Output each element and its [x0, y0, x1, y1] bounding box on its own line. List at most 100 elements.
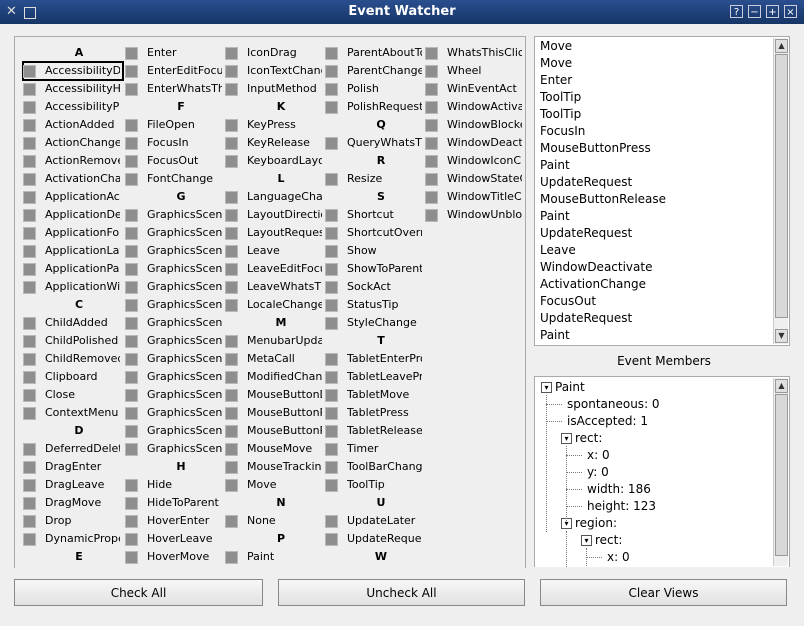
minimize-icon[interactable]: −: [748, 5, 761, 18]
event-checkbox[interactable]: ContextMenu: [23, 404, 123, 422]
checkbox-icon[interactable]: [23, 533, 36, 546]
checkbox-icon[interactable]: [23, 335, 36, 348]
event-checkbox[interactable]: LanguageChan: [225, 188, 325, 206]
event-checkbox[interactable]: TabletEnterPro: [325, 350, 425, 368]
event-checkbox[interactable]: WindowBlocke: [425, 116, 525, 134]
checkbox-icon[interactable]: [325, 443, 338, 456]
checkbox-icon[interactable]: [425, 65, 438, 78]
checkbox-icon[interactable]: [225, 515, 238, 528]
checkbox-icon[interactable]: [125, 263, 138, 276]
checkbox-icon[interactable]: [125, 119, 138, 132]
checkbox-icon[interactable]: [125, 389, 138, 402]
event-checkbox[interactable]: EnterWhatsThis: [125, 80, 225, 98]
tree-node[interactable]: x: 0: [587, 448, 610, 462]
scroll-up-icon[interactable]: ▲: [775, 39, 788, 53]
event-checkbox[interactable]: ActivationChan: [23, 170, 123, 188]
checkbox-icon[interactable]: [225, 119, 238, 132]
checkbox-icon[interactable]: [325, 317, 338, 330]
checkbox-icon[interactable]: [225, 65, 238, 78]
checkbox-icon[interactable]: [125, 83, 138, 96]
clear-views-button[interactable]: Clear Views: [540, 579, 787, 606]
event-checkbox[interactable]: None: [225, 512, 325, 530]
event-checkbox[interactable]: Leave: [225, 242, 325, 260]
event-checkbox[interactable]: LeaveWhatsTh: [225, 278, 325, 296]
event-checkbox[interactable]: GraphicsScene: [125, 278, 225, 296]
checkbox-icon[interactable]: [225, 335, 238, 348]
event-checkbox[interactable]: GraphicsScene: [125, 368, 225, 386]
checkbox-icon[interactable]: [125, 137, 138, 150]
event-checkbox[interactable]: IconDrag: [225, 44, 325, 62]
close-icon[interactable]: ×: [784, 5, 797, 18]
event-checkbox[interactable]: GraphicsScene: [125, 296, 225, 314]
tree-node[interactable]: y: 0: [587, 465, 609, 479]
event-checkbox[interactable]: EnterEditFocus: [125, 62, 225, 80]
event-checkbox[interactable]: KeyboardLayou: [225, 152, 325, 170]
checkbox-icon[interactable]: [125, 425, 138, 438]
event-checkbox[interactable]: WindowStateCh: [425, 170, 525, 188]
event-checkbox[interactable]: DeferredDelete: [23, 440, 123, 458]
event-checkbox[interactable]: GraphicsScene: [125, 350, 225, 368]
checkbox-icon[interactable]: [23, 245, 36, 258]
event-checkbox[interactable]: TabletLeavePro: [325, 368, 425, 386]
event-checkbox[interactable]: HoverEnter: [125, 512, 225, 530]
event-checkbox[interactable]: ChildRemoved: [23, 350, 123, 368]
checkbox-icon[interactable]: [23, 83, 36, 96]
event-checkbox[interactable]: UpdateRequest: [325, 530, 425, 548]
event-log-scrollbar[interactable]: ▲ ▼: [773, 38, 788, 344]
maximize-icon[interactable]: +: [766, 5, 779, 18]
event-checkbox[interactable]: ActionAdded: [23, 116, 123, 134]
event-checkbox[interactable]: ApplicationPal: [23, 260, 123, 278]
event-checkbox[interactable]: Shortcut: [325, 206, 425, 224]
checkbox-icon[interactable]: [225, 425, 238, 438]
event-checkbox[interactable]: StyleChange: [325, 314, 425, 332]
checkbox-icon[interactable]: [325, 425, 338, 438]
checkbox-icon[interactable]: [225, 245, 238, 258]
event-checkbox[interactable]: WindowTitleCh: [425, 188, 525, 206]
event-checkbox[interactable]: GraphicsScene: [125, 386, 225, 404]
help-icon[interactable]: ?: [730, 5, 743, 18]
event-checkbox[interactable]: KeyPress: [225, 116, 325, 134]
event-checkbox[interactable]: ShortcutOverri: [325, 224, 425, 242]
event-log-entry[interactable]: FocusIn: [535, 123, 789, 140]
scroll-thumb[interactable]: [775, 394, 788, 556]
checkbox-icon[interactable]: [225, 479, 238, 492]
checkbox-icon[interactable]: [125, 47, 138, 60]
checkbox-icon[interactable]: [225, 443, 238, 456]
checkbox-icon[interactable]: [125, 479, 138, 492]
tree-node[interactable]: spontaneous: 0: [567, 397, 660, 411]
event-checkbox[interactable]: ChildPolished: [23, 332, 123, 350]
event-checkbox[interactable]: FileOpen: [125, 116, 225, 134]
checkbox-icon[interactable]: [125, 497, 138, 510]
checkbox-icon[interactable]: [325, 263, 338, 276]
event-log-entry[interactable]: WindowDeactivate: [535, 259, 789, 276]
checkbox-icon[interactable]: [225, 191, 238, 204]
event-checkbox[interactable]: ParentAboutTo: [325, 44, 425, 62]
checkbox-icon[interactable]: [225, 353, 238, 366]
checkbox-icon[interactable]: [23, 515, 36, 528]
checkbox-icon[interactable]: [325, 533, 338, 546]
event-checkbox[interactable]: AccessibilityPr: [23, 98, 123, 116]
checkbox-icon[interactable]: [425, 173, 438, 186]
checkbox-icon[interactable]: [125, 317, 138, 330]
event-checkbox[interactable]: Clipboard: [23, 368, 123, 386]
checkbox-icon[interactable]: [23, 461, 36, 474]
event-checkbox[interactable]: HoverMove: [125, 548, 225, 566]
event-checkbox[interactable]: GraphicsScene: [125, 260, 225, 278]
event-checkbox[interactable]: QueryWhatsTh: [325, 134, 425, 152]
event-log-entry[interactable]: Paint: [535, 327, 789, 344]
checkbox-icon[interactable]: [23, 443, 36, 456]
event-checkbox[interactable]: Wheel: [425, 62, 525, 80]
checkbox-icon[interactable]: [325, 245, 338, 258]
checkbox-icon[interactable]: [23, 65, 36, 78]
event-checkbox[interactable]: HoverLeave: [125, 530, 225, 548]
event-log-entry[interactable]: UpdateRequest: [535, 310, 789, 327]
checkbox-icon[interactable]: [23, 281, 36, 294]
event-checkbox[interactable]: MenubarUpdat: [225, 332, 325, 350]
event-checkbox[interactable]: WindowUnbloc: [425, 206, 525, 224]
checkbox-icon[interactable]: [125, 533, 138, 546]
event-checkbox[interactable]: AccessibilityDe: [22, 61, 124, 81]
checkbox-icon[interactable]: [125, 155, 138, 168]
tree-node[interactable]: height: 123: [587, 499, 656, 513]
event-checkbox[interactable]: Paint: [225, 548, 325, 566]
event-checkbox[interactable]: Drop: [23, 512, 123, 530]
